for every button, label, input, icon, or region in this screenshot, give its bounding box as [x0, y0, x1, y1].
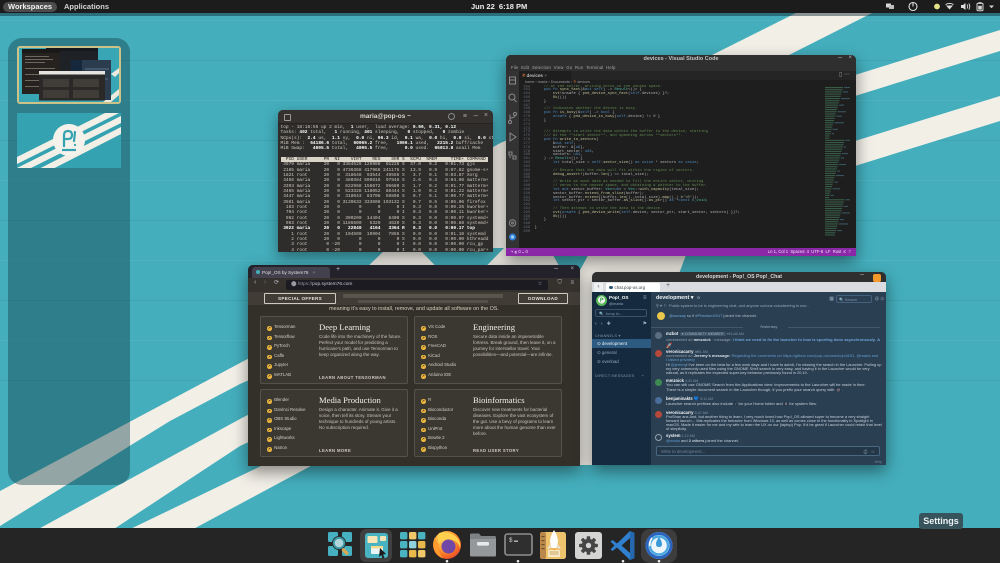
svg-text:$: $ — [509, 537, 513, 544]
